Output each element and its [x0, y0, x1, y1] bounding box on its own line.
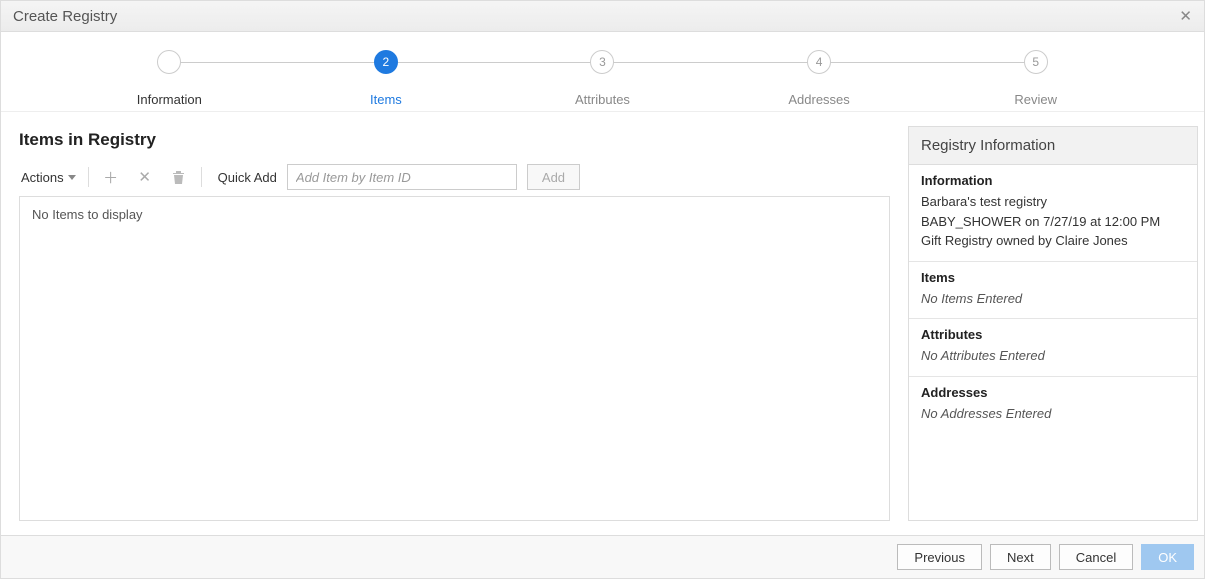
titlebar: Create Registry ✕: [1, 1, 1204, 32]
registry-info-panel: Registry Information Information Barbara…: [908, 126, 1198, 521]
actions-menu[interactable]: Actions: [19, 166, 78, 189]
empty-message: No Items to display: [32, 207, 143, 222]
items-list: No Items to display: [19, 196, 890, 521]
create-registry-dialog: Create Registry ✕ Information 2 Items 3 …: [0, 0, 1205, 579]
info-line: Gift Registry owned by Claire Jones: [921, 231, 1185, 251]
cancel-button[interactable]: Cancel: [1059, 544, 1133, 570]
section-heading: Addresses: [921, 385, 1185, 400]
info-section-information: Information Barbara's test registry BABY…: [909, 165, 1197, 262]
step-label: Review: [1014, 92, 1057, 107]
step-information[interactable]: Information: [61, 50, 278, 107]
previous-button[interactable]: Previous: [897, 544, 982, 570]
wizard-stepper: Information 2 Items 3 Attributes 4 Addre…: [1, 32, 1204, 112]
step-circle: 4: [807, 50, 831, 74]
separator: [88, 167, 89, 187]
info-section-addresses: Addresses No Addresses Entered: [909, 377, 1197, 521]
main-panel: Items in Registry Actions ＋ ✕ Quick Add …: [1, 112, 908, 535]
step-label: Addresses: [788, 92, 849, 107]
step-circle: [157, 50, 181, 74]
add-icon[interactable]: ＋: [99, 165, 123, 189]
step-addresses[interactable]: 4 Addresses: [711, 50, 928, 107]
items-toolbar: Actions ＋ ✕ Quick Add Add: [19, 164, 890, 190]
section-heading: Attributes: [921, 327, 1185, 342]
step-circle: 3: [590, 50, 614, 74]
delete-icon[interactable]: [167, 165, 191, 189]
empty-text: No Attributes Entered: [921, 346, 1185, 366]
dialog-title: Create Registry: [13, 8, 117, 25]
step-attributes[interactable]: 3 Attributes: [494, 50, 711, 107]
actions-label: Actions: [21, 170, 64, 185]
info-line: BABY_SHOWER on 7/27/19 at 12:00 PM: [921, 212, 1185, 232]
info-line: Barbara's test registry: [921, 192, 1185, 212]
quickadd-label: Quick Add: [218, 170, 277, 185]
dialog-body: Items in Registry Actions ＋ ✕ Quick Add …: [1, 112, 1204, 535]
section-heading: Items: [921, 270, 1185, 285]
empty-text: No Addresses Entered: [921, 404, 1185, 424]
step-label: Attributes: [575, 92, 630, 107]
empty-text: No Items Entered: [921, 289, 1185, 309]
next-button[interactable]: Next: [990, 544, 1051, 570]
quickadd-add-button[interactable]: Add: [527, 164, 580, 190]
info-section-items: Items No Items Entered: [909, 262, 1197, 320]
remove-icon[interactable]: ✕: [133, 165, 157, 189]
step-review[interactable]: 5 Review: [927, 50, 1144, 107]
step-label: Information: [137, 92, 202, 107]
quickadd-input[interactable]: [287, 164, 517, 190]
step-circle: 2: [374, 50, 398, 74]
side-panel-title: Registry Information: [909, 127, 1197, 165]
section-heading: Items in Registry: [19, 130, 890, 150]
step-items[interactable]: 2 Items: [278, 50, 495, 107]
section-heading: Information: [921, 173, 1185, 188]
info-section-attributes: Attributes No Attributes Entered: [909, 319, 1197, 377]
close-icon[interactable]: ✕: [1179, 7, 1192, 25]
separator: [201, 167, 202, 187]
chevron-down-icon: [68, 175, 76, 180]
dialog-footer: Previous Next Cancel OK: [1, 535, 1204, 578]
ok-button[interactable]: OK: [1141, 544, 1194, 570]
step-circle: 5: [1024, 50, 1048, 74]
step-label: Items: [370, 92, 402, 107]
